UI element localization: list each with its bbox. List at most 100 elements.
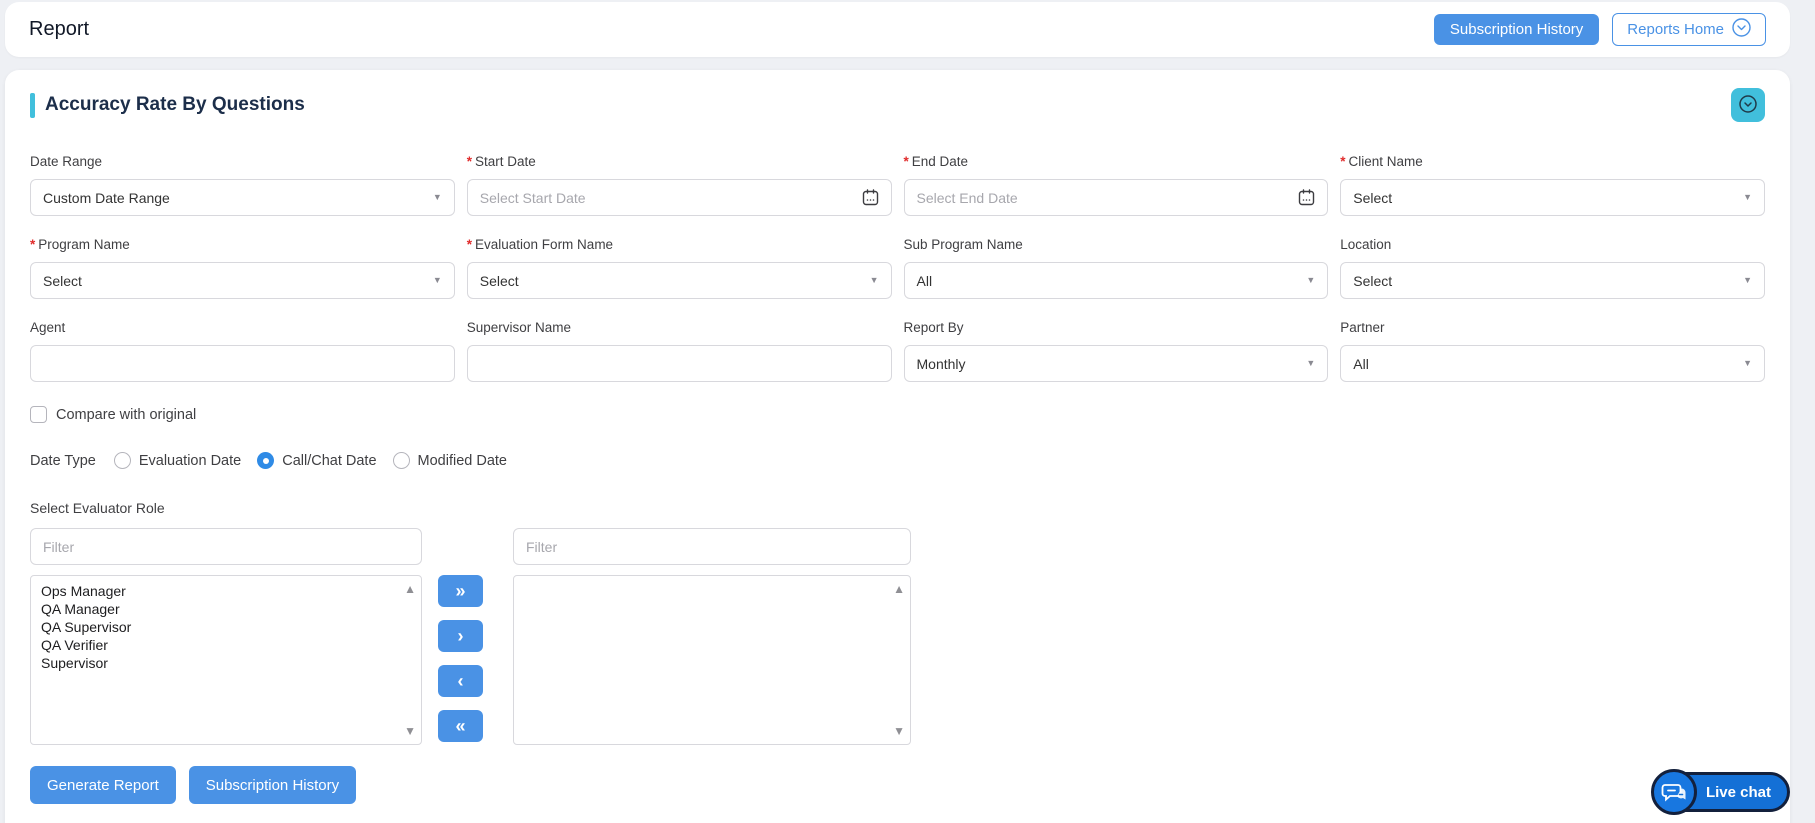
required-asterisk: *: [1340, 154, 1345, 169]
field-label: Sub Program Name: [904, 237, 1023, 252]
header-actions: Subscription History Reports Home: [1434, 13, 1766, 46]
supervisor-name-input-wrap: [467, 345, 892, 382]
scroll-down-icon[interactable]: ▼: [893, 725, 905, 737]
available-roles-list: Ops ManagerQA ManagerQA SupervisorQA Ver…: [31, 582, 397, 672]
evaluation-form-name-select[interactable]: Select ▼: [467, 262, 892, 299]
move-all-left-button[interactable]: «: [438, 710, 483, 742]
chevron-down-icon: ▼: [1743, 276, 1752, 285]
chevron-down-icon: ▼: [1306, 276, 1315, 285]
field-report-by: Report By Monthly ▼: [904, 320, 1329, 382]
field-evaluation-form-name: *Evaluation Form Name Select ▼: [467, 237, 892, 299]
live-chat-widget[interactable]: Live chat: [1651, 769, 1790, 815]
report-by-select[interactable]: Monthly ▼: [904, 345, 1329, 382]
field-start-date: *Start Date Select Start Date: [467, 154, 892, 216]
field-label: Partner: [1340, 320, 1384, 335]
required-asterisk: *: [467, 237, 472, 252]
chevron-down-icon: ▼: [870, 276, 879, 285]
move-all-right-button[interactable]: »: [438, 575, 483, 607]
field-label: Date Range: [30, 154, 102, 169]
evaluator-role-duallist: Ops ManagerQA ManagerQA SupervisorQA Ver…: [30, 528, 1765, 745]
list-item[interactable]: Ops Manager: [31, 582, 397, 600]
field-label: Evaluation Form Name: [475, 237, 613, 252]
top-header-bar: Report Subscription History Reports Home: [5, 2, 1790, 57]
scroll-up-icon[interactable]: ▲: [893, 583, 905, 595]
field-agent: Agent: [30, 320, 455, 382]
client-name-select[interactable]: Select ▼: [1340, 179, 1765, 216]
field-location: Location Select ▼: [1340, 237, 1765, 299]
available-roles-listbox[interactable]: Ops ManagerQA ManagerQA SupervisorQA Ver…: [30, 575, 422, 745]
reports-home-button[interactable]: Reports Home: [1612, 13, 1766, 46]
list-item[interactable]: QA Verifier: [31, 636, 397, 654]
scroll-up-icon[interactable]: ▲: [404, 583, 416, 595]
chevron-down-circle-icon: [1737, 93, 1759, 118]
selected-roles-filter-input[interactable]: [513, 528, 911, 565]
location-select[interactable]: Select ▼: [1340, 262, 1765, 299]
checkbox-label: Compare with original: [56, 407, 196, 423]
list-item[interactable]: Supervisor: [31, 654, 397, 672]
move-right-button[interactable]: ›: [438, 620, 483, 652]
transfer-buttons: » › ‹ «: [438, 575, 483, 742]
scroll-down-icon[interactable]: ▼: [404, 725, 416, 737]
sub-program-name-select[interactable]: All ▼: [904, 262, 1329, 299]
page-title: Report: [29, 18, 89, 41]
field-label: Client Name: [1349, 154, 1423, 169]
selected-roles-listbox[interactable]: ▲ ▼: [513, 575, 911, 745]
panel-title: Accuracy Rate By Questions: [45, 94, 305, 116]
date-type-radio-group: Date Type Evaluation Date Call/Chat Date…: [30, 452, 1765, 469]
selected-roles-panel: ▲ ▼: [513, 528, 911, 745]
form-actions: Generate Report Subscription History: [30, 766, 1765, 804]
program-name-select[interactable]: Select ▼: [30, 262, 455, 299]
chevron-down-icon: ▼: [1743, 359, 1752, 368]
field-sub-program-name: Sub Program Name All ▼: [904, 237, 1329, 299]
accent-bar: [30, 93, 35, 118]
field-label: End Date: [912, 154, 968, 169]
radio-modified-date[interactable]: Modified Date: [393, 452, 507, 469]
chevron-down-icon: ▼: [1306, 359, 1315, 368]
available-roles-panel: Ops ManagerQA ManagerQA SupervisorQA Ver…: [30, 528, 422, 745]
evaluator-role-label: Select Evaluator Role: [30, 500, 1765, 516]
list-item[interactable]: QA Supervisor: [31, 618, 397, 636]
field-program-name: *Program Name Select ▼: [30, 237, 455, 299]
chevron-down-icon: ▼: [1743, 193, 1752, 202]
radio-evaluation-date[interactable]: Evaluation Date: [114, 452, 241, 469]
chevron-down-icon: ▼: [433, 276, 442, 285]
agent-input[interactable]: [43, 346, 442, 381]
report-filter-panel: Accuracy Rate By Questions Date Range Cu…: [5, 70, 1790, 823]
move-left-button[interactable]: ‹: [438, 665, 483, 697]
radio-selected-icon[interactable]: [257, 452, 274, 469]
field-label: Report By: [904, 320, 964, 335]
filter-form: Date Range Custom Date Range ▼ *Start Da…: [30, 154, 1765, 382]
checkbox-icon[interactable]: [30, 406, 47, 423]
required-asterisk: *: [467, 154, 472, 169]
calendar-icon: [1298, 189, 1315, 206]
required-asterisk: *: [30, 237, 35, 252]
field-label: Supervisor Name: [467, 320, 571, 335]
collapse-panel-button[interactable]: [1731, 88, 1765, 122]
radio-call-chat-date[interactable]: Call/Chat Date: [257, 452, 376, 469]
agent-input-wrap: [30, 345, 455, 382]
list-item[interactable]: QA Manager: [31, 600, 397, 618]
chat-bubble-icon: [1651, 769, 1697, 815]
generate-report-button[interactable]: Generate Report: [30, 766, 176, 804]
field-label: Agent: [30, 320, 65, 335]
field-label: Program Name: [38, 237, 130, 252]
partner-select[interactable]: All ▼: [1340, 345, 1765, 382]
chevron-down-icon: ▼: [433, 193, 442, 202]
start-date-input[interactable]: Select Start Date: [467, 179, 892, 216]
end-date-input[interactable]: Select End Date: [904, 179, 1329, 216]
available-roles-filter-input[interactable]: [30, 528, 422, 565]
subscription-history-button[interactable]: Subscription History: [1434, 14, 1599, 45]
field-label: Start Date: [475, 154, 536, 169]
required-asterisk: *: [904, 154, 909, 169]
field-label: Location: [1340, 237, 1391, 252]
radio-icon[interactable]: [393, 452, 410, 469]
subscription-history-button[interactable]: Subscription History: [189, 766, 356, 804]
field-date-range: Date Range Custom Date Range ▼: [30, 154, 455, 216]
field-partner: Partner All ▼: [1340, 320, 1765, 382]
radio-icon[interactable]: [114, 452, 131, 469]
chevron-down-circle-icon: [1732, 18, 1751, 41]
supervisor-name-input[interactable]: [480, 346, 879, 381]
date-range-select[interactable]: Custom Date Range ▼: [30, 179, 455, 216]
compare-with-original-checkbox[interactable]: Compare with original: [30, 406, 1765, 423]
field-end-date: *End Date Select End Date: [904, 154, 1329, 216]
